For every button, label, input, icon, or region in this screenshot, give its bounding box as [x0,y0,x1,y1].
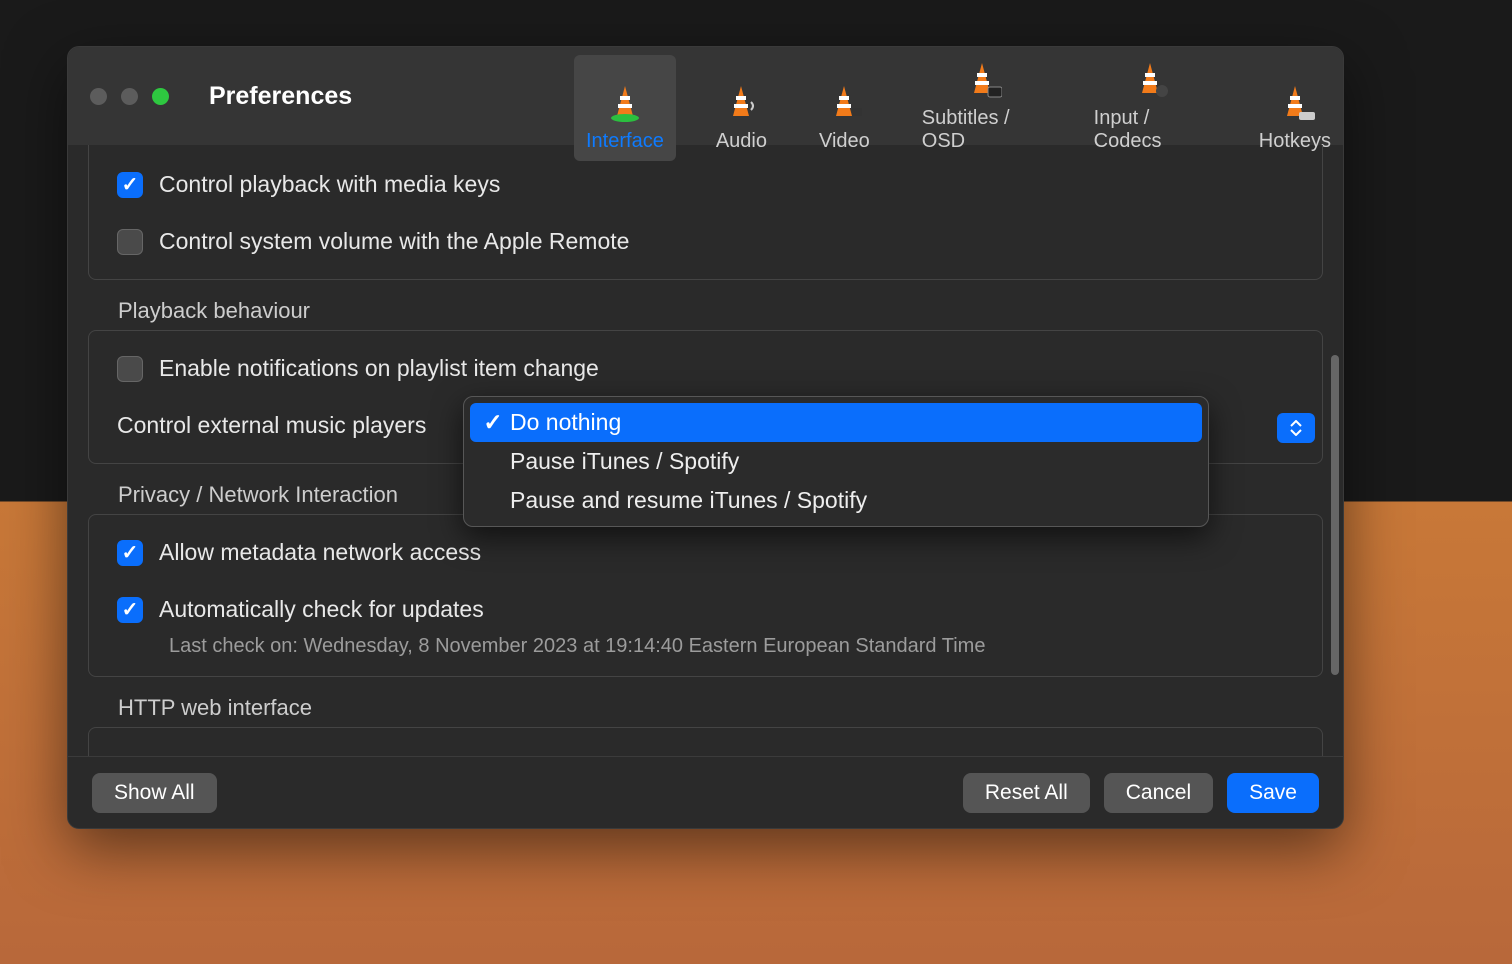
notifications-row: Enable notifications on playlist item ch… [117,349,1294,388]
controls-group: Control playback with the Apple Remote C… [88,145,1323,280]
notifications-checkbox[interactable] [117,356,143,382]
minimize-window-button[interactable] [121,88,138,105]
cone-audio-icon [721,84,761,124]
cone-icon [605,84,645,124]
metadata-label: Allow metadata network access [159,539,481,566]
dropdown-option-pause[interactable]: Pause iTunes / Spotify [470,442,1202,481]
external-players-dropdown[interactable]: ✓ Do nothing Pause iTunes / Spotify Paus… [463,396,1209,527]
check-icon: ✓ [480,409,506,436]
cone-hotkeys-icon [1275,84,1315,124]
cone-input-icon [1130,61,1170,101]
show-all-button[interactable]: Show All [92,773,217,813]
http-group [88,727,1323,756]
footer: Show All Reset All Cancel Save [68,756,1343,828]
media-keys-row: Control playback with media keys [117,165,1294,204]
updates-checkbox[interactable] [117,597,143,623]
scrollbar[interactable] [1331,355,1339,675]
last-check-text: Last check on: Wednesday, 8 November 202… [169,635,1294,658]
cone-video-icon [824,84,864,124]
external-players-label: Control external music players [117,412,426,439]
dropdown-option-do-nothing[interactable]: ✓ Do nothing [470,403,1202,442]
media-keys-label: Control playback with media keys [159,171,500,198]
external-players-select[interactable] [1277,413,1315,443]
dropdown-option-label: Pause iTunes / Spotify [510,448,739,475]
media-keys-checkbox[interactable] [117,172,143,198]
metadata-checkbox[interactable] [117,540,143,566]
system-volume-checkbox[interactable] [117,229,143,255]
traffic-lights [90,88,169,105]
dropdown-option-pause-resume[interactable]: Pause and resume iTunes / Spotify [470,481,1202,520]
http-section-title: HTTP web interface [118,695,1323,721]
reset-all-button[interactable]: Reset All [963,773,1090,813]
cone-subtitles-icon [962,61,1002,101]
playback-section-title: Playback behaviour [118,298,1323,324]
dropdown-option-label: Pause and resume iTunes / Spotify [510,487,867,514]
content-area: Control playback with the Apple Remote C… [68,145,1343,756]
notifications-label: Enable notifications on playlist item ch… [159,355,599,382]
titlebar: Preferences Interface Audio Video Subtit… [68,47,1343,145]
metadata-row: Allow metadata network access [117,533,1294,572]
system-volume-label: Control system volume with the Apple Rem… [159,228,629,255]
privacy-group: Allow metadata network access Automatica… [88,514,1323,677]
save-button[interactable]: Save [1227,773,1319,813]
zoom-window-button[interactable] [152,88,169,105]
updates-label: Automatically check for updates [159,596,484,623]
close-window-button[interactable] [90,88,107,105]
cancel-button[interactable]: Cancel [1104,773,1213,813]
system-volume-row: Control system volume with the Apple Rem… [117,222,1294,261]
dropdown-option-label: Do nothing [510,409,621,436]
preferences-window: Preferences Interface Audio Video Subtit… [67,46,1344,829]
updates-row: Automatically check for updates [117,590,1294,629]
window-title: Preferences [209,82,352,111]
